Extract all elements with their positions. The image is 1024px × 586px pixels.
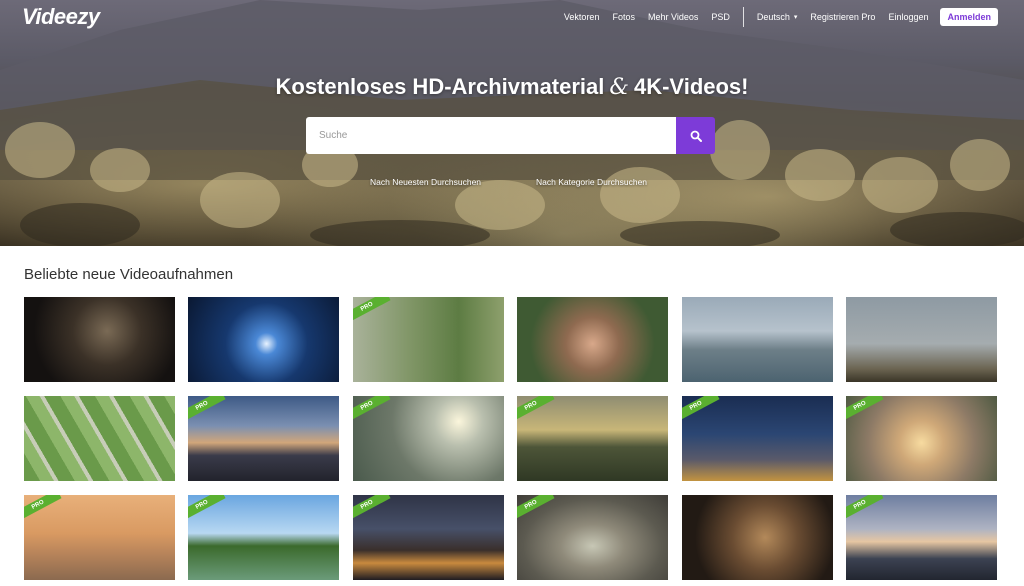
video-tile[interactable] [846,297,997,382]
video-tile[interactable] [682,297,833,382]
browse-category-link[interactable]: Nach Kategorie Durchsuchen [536,177,647,187]
pro-badge: PRO [353,297,391,323]
video-tile[interactable]: PRO [517,495,668,580]
nav-mehr-videos[interactable]: Mehr Videos [648,12,698,22]
hero-title-part1: Kostenloses HD-Archivmaterial [275,74,605,99]
hero-title-amp: & [609,75,629,100]
nav-psd[interactable]: PSD [711,12,730,22]
nav-divider [742,7,744,27]
video-tile[interactable] [24,396,175,481]
search-button[interactable] [676,117,715,154]
section-title: Beliebte neue Videoaufnahmen [24,266,234,283]
pro-badge: PRO [353,396,391,422]
video-tile[interactable]: PRO [188,495,339,580]
video-tile[interactable]: PRO [353,495,504,580]
signin-link[interactable]: Einloggen [888,12,928,22]
language-dropdown[interactable]: Deutsch ▾ [757,12,798,22]
pro-badge: PRO [517,396,555,422]
video-tile[interactable] [24,297,175,382]
video-tile[interactable]: PRO [353,297,504,382]
video-tile[interactable] [188,297,339,382]
pro-badge: PRO [188,495,226,521]
pro-badge: PRO [24,495,62,521]
pro-badge: PRO [517,495,555,521]
login-button[interactable]: Anmelden [940,8,998,26]
video-tile[interactable]: PRO [846,396,997,481]
video-tile[interactable]: PRO [846,495,997,580]
nav-fotos[interactable]: Fotos [612,12,635,22]
browse-newest-link[interactable]: Nach Neuesten Durchsuchen [370,177,481,187]
top-nav: Vektoren Fotos Mehr Videos PSD Deutsch ▾… [551,7,998,27]
search-icon [690,130,702,142]
video-tile[interactable] [682,495,833,580]
pro-badge: PRO [682,396,720,422]
video-tile[interactable]: PRO [24,495,175,580]
search-input[interactable] [306,117,676,154]
pro-badge: PRO [188,396,226,422]
hero-banner: Videezy Vektoren Fotos Mehr Videos PSD D… [0,0,1024,246]
video-tile[interactable]: PRO [517,396,668,481]
video-tile[interactable] [517,297,668,382]
hero-title-part2: 4K-Videos! [633,74,749,99]
pro-badge: PRO [353,495,391,521]
language-label: Deutsch [756,12,790,22]
video-tile[interactable]: PRO [353,396,504,481]
nav-vektoren[interactable]: Vektoren [564,12,600,22]
pro-badge: PRO [846,396,884,422]
register-pro-link[interactable]: Registrieren Pro [810,12,875,22]
chevron-down-icon: ▾ [793,14,798,21]
search-bar [306,117,715,154]
videezy-logo[interactable]: Videezy [22,4,100,30]
hero-title: Kostenloses HD-Archivmaterial & 4K-Videos! [0,74,1024,100]
pro-badge: PRO [846,495,884,521]
video-tile[interactable]: PRO [682,396,833,481]
video-tile[interactable]: PRO [188,396,339,481]
